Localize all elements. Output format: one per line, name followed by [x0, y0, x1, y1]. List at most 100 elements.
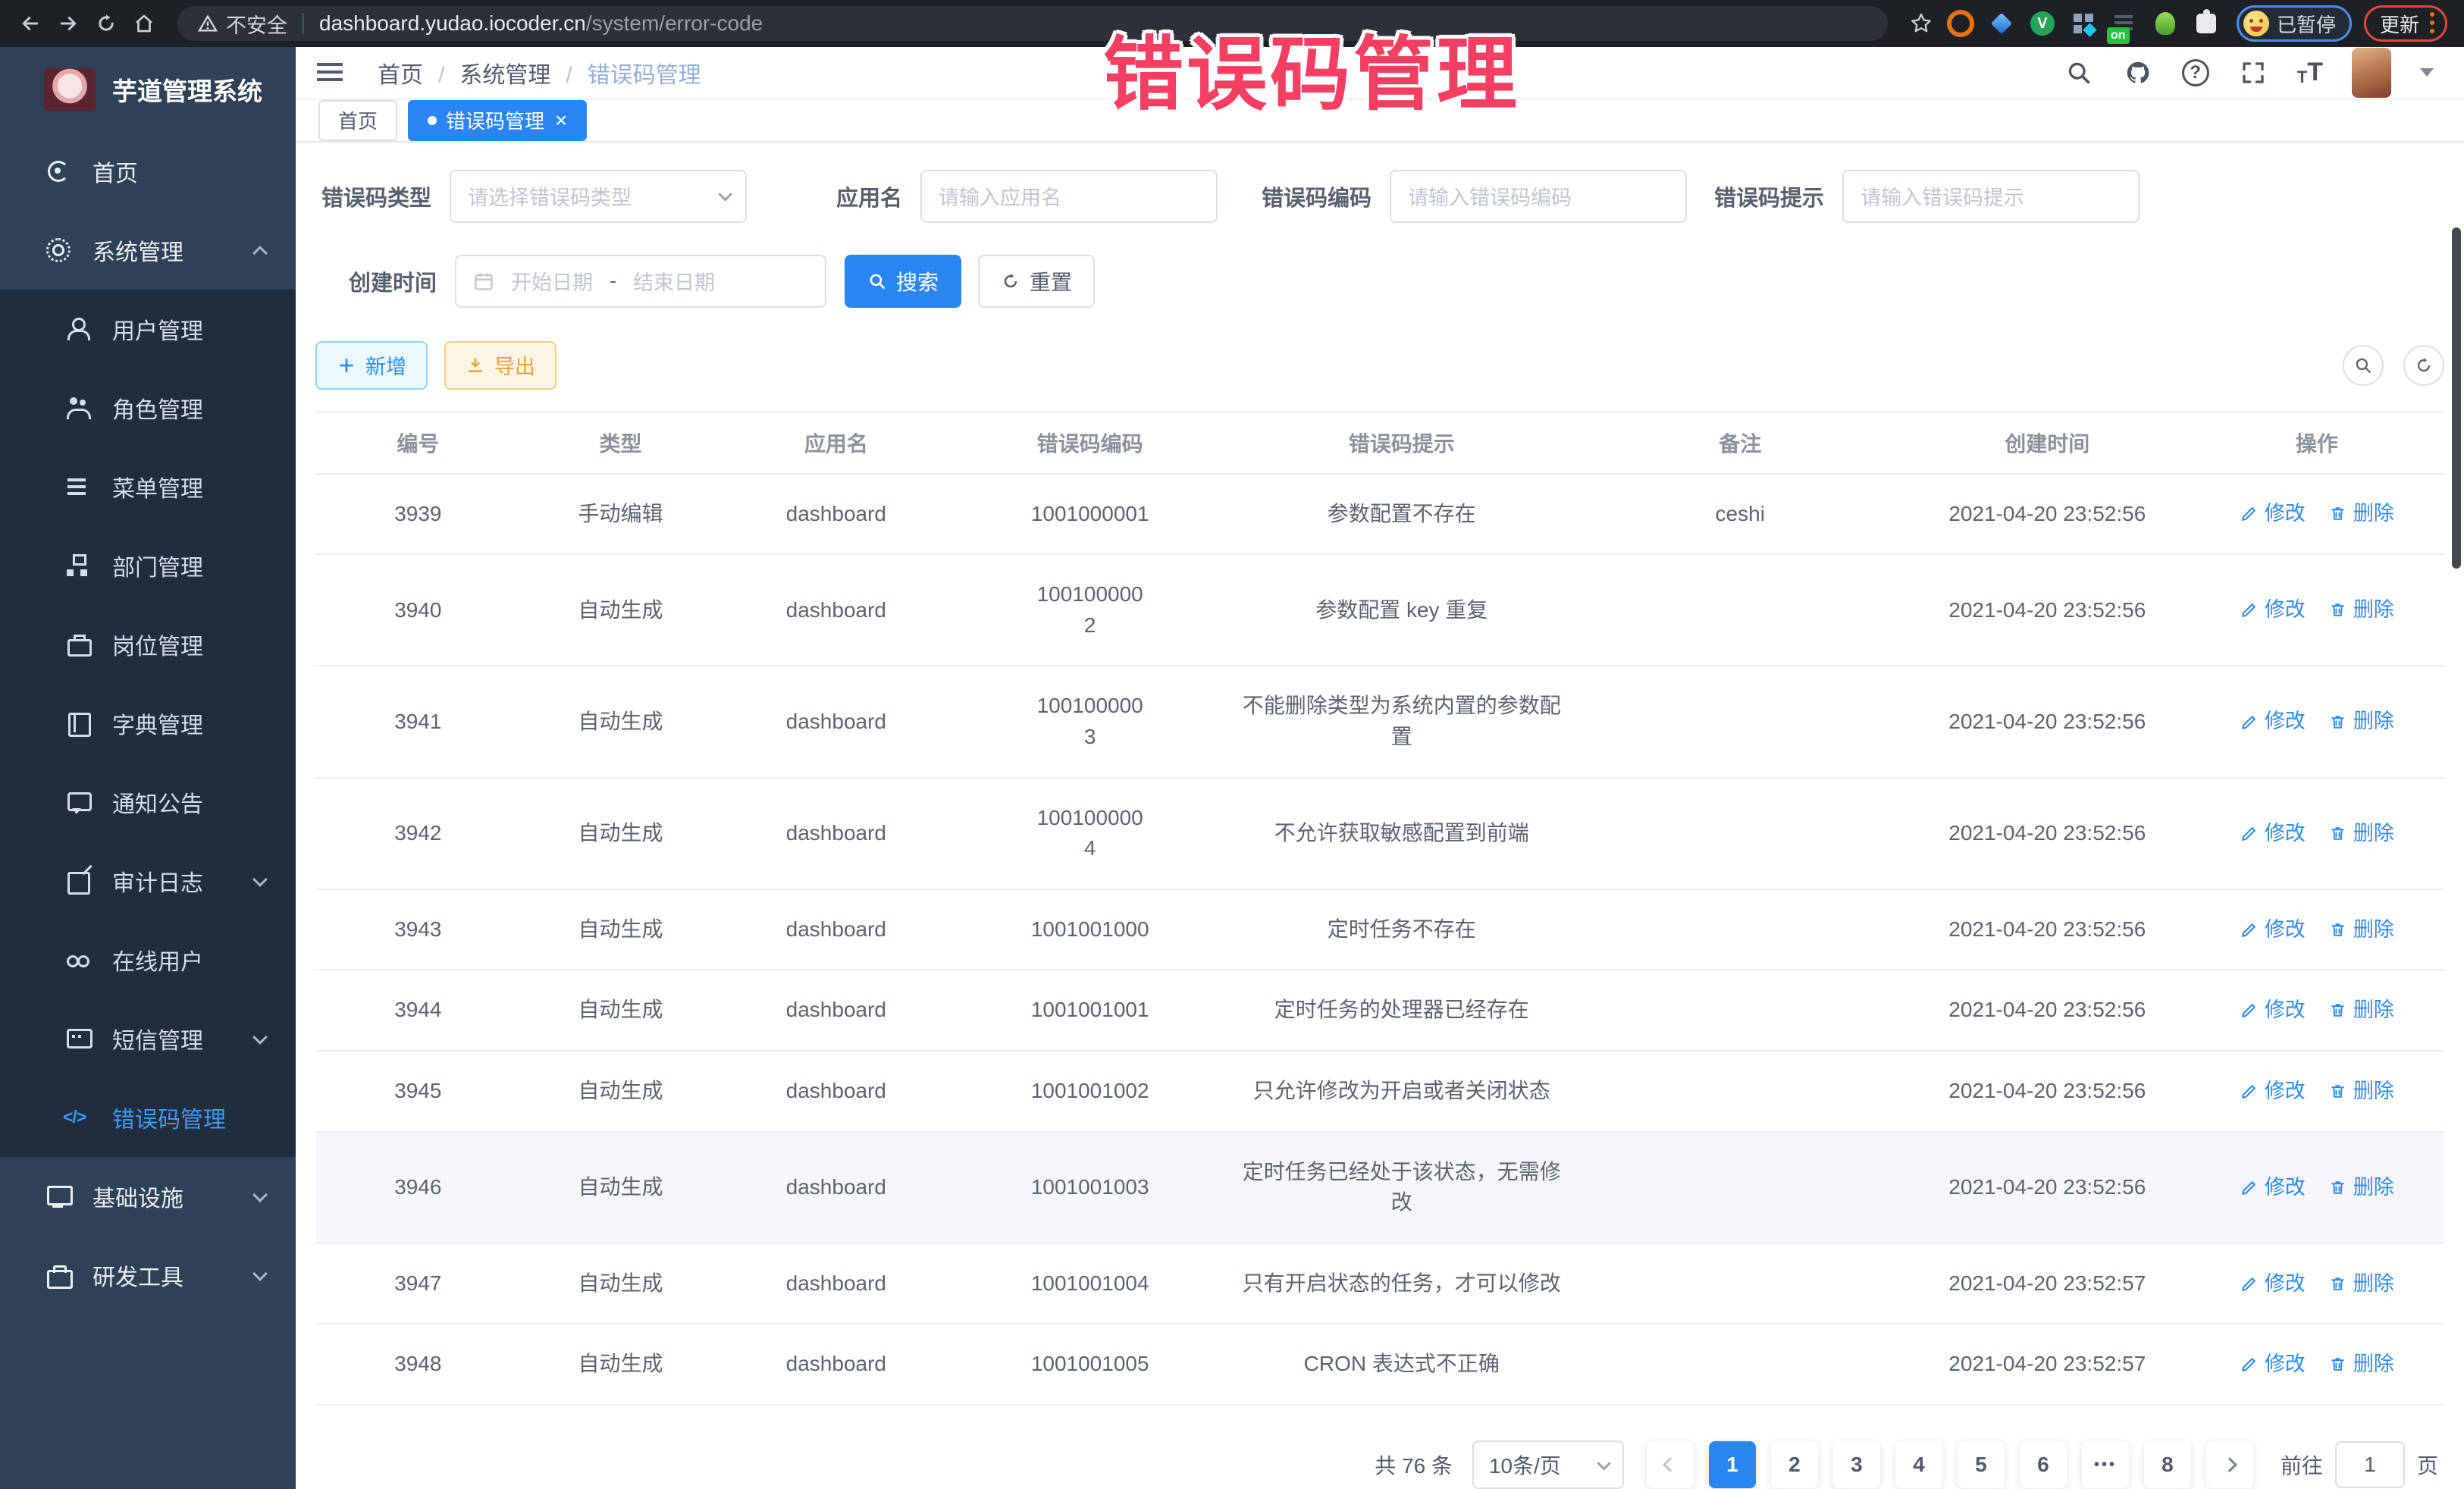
trash-icon [2328, 1178, 2347, 1197]
tab-error-code[interactable]: 错误码管理 × [408, 100, 587, 141]
delete-link[interactable]: 删除 [2328, 995, 2394, 1025]
page-size-select[interactable]: 10条/页 [1472, 1440, 1624, 1489]
page-button[interactable]: 8 [2144, 1441, 2191, 1488]
browser-forward-button[interactable] [52, 7, 85, 40]
page-button[interactable]: 6 [2020, 1441, 2067, 1488]
scrollbar-thumb[interactable] [2452, 227, 2461, 569]
page-button[interactable]: 3 [1833, 1441, 1880, 1488]
next-page-button[interactable] [2206, 1441, 2253, 1488]
sidebar-collapse-icon[interactable] [317, 61, 346, 84]
tab-home[interactable]: 首页 [318, 100, 397, 141]
sidebar-item-label: 审计日志 [112, 864, 203, 898]
help-icon[interactable]: ? [2182, 59, 2209, 86]
delete-link[interactable]: 删除 [2328, 1269, 2394, 1299]
date-range-input[interactable]: 开始日期 - 结束日期 [455, 255, 826, 308]
address-bar[interactable]: 不安全 dashboard.yudao.iocoder.cn/system/er… [177, 6, 1888, 41]
sidebar-item[interactable]: 错误码管理 [0, 1078, 296, 1157]
edit-link[interactable]: 修改 [2240, 707, 2306, 736]
page-button[interactable]: 5 [1958, 1441, 2005, 1488]
extension-icon[interactable] [2027, 8, 2058, 39]
sidebar-item[interactable]: 审计日志 [0, 842, 296, 920]
kebab-menu-icon[interactable] [2430, 12, 2434, 35]
browser-profile-chip[interactable]: 已暂停 [2237, 5, 2352, 42]
type-cell: 自动生成 [521, 1148, 721, 1227]
extension-icon[interactable] [2149, 8, 2181, 39]
extension-icon[interactable] [1945, 8, 1977, 39]
goto-page-input[interactable] [2335, 1441, 2405, 1488]
page-button[interactable]: 2 [1771, 1441, 1818, 1488]
sidebar-item[interactable]: 研发工具 [0, 1236, 296, 1315]
code-cell: 1001001001 [951, 970, 1228, 1050]
edit-link[interactable]: 修改 [2240, 1350, 2306, 1379]
sidebar-item[interactable]: 用户管理 [0, 290, 296, 368]
fullscreen-button[interactable] [2238, 58, 2268, 88]
user-avatar[interactable] [2352, 48, 2391, 98]
delete-link[interactable]: 删除 [2328, 1173, 2394, 1202]
show-search-button[interactable] [2343, 345, 2384, 386]
app-cell: dashboard [720, 1148, 951, 1227]
sidebar-item[interactable]: 字典管理 [0, 684, 296, 763]
page-button[interactable]: 4 [1895, 1441, 1942, 1488]
edit-link[interactable]: 修改 [2240, 499, 2306, 528]
edit-link[interactable]: 修改 [2240, 1173, 2306, 1202]
sidebar-item[interactable]: 首页 [0, 132, 296, 211]
extension-icon[interactable]: on [2108, 8, 2140, 39]
edit-link[interactable]: 修改 [2240, 1077, 2306, 1106]
security-label[interactable]: 不安全 [226, 9, 287, 39]
breadcrumb-home[interactable]: 首页 [378, 56, 423, 89]
github-button[interactable] [2123, 58, 2153, 88]
extension-icon[interactable] [2067, 8, 2099, 39]
sidebar-item[interactable]: 菜单管理 [0, 447, 296, 526]
page-button[interactable]: ••• [2082, 1441, 2129, 1488]
breadcrumb-system[interactable]: 系统管理 [423, 56, 550, 89]
sidebar-item[interactable]: 角色管理 [0, 368, 296, 447]
browser-update-button[interactable]: 更新 [2364, 5, 2447, 42]
add-button[interactable]: 新增 [315, 341, 428, 390]
sidebar-logo-row[interactable]: 芋道管理系统 [0, 47, 296, 132]
edit-link[interactable]: 修改 [2240, 915, 2306, 945]
delete-link[interactable]: 删除 [2328, 1077, 2394, 1106]
sidebar-item[interactable]: 短信管理 [0, 999, 296, 1078]
reset-button[interactable]: 重置 [978, 255, 1095, 308]
sidebar-item[interactable]: 系统管理 [0, 211, 296, 290]
edit-link[interactable]: 修改 [2240, 595, 2306, 625]
delete-link[interactable]: 删除 [2328, 707, 2394, 736]
bookmark-button[interactable] [1904, 7, 1938, 40]
sidebar-item[interactable]: 基础设施 [0, 1157, 296, 1236]
sidebar-item[interactable]: 在线用户 [0, 920, 296, 999]
sidebar-item[interactable]: 通知公告 [0, 763, 296, 842]
app-name-input[interactable]: 请输入应用名 [920, 170, 1218, 223]
error-type-select[interactable]: 请选择错误码类型 [450, 170, 747, 223]
export-button[interactable]: 导出 [444, 341, 556, 390]
sidebar-item[interactable]: 岗位管理 [0, 605, 296, 684]
error-hint-input[interactable]: 请输入错误码提示 [1842, 170, 2140, 223]
sidebar-item[interactable]: 部门管理 [0, 526, 296, 605]
error-code-input[interactable]: 请输入错误码编码 [1390, 170, 1687, 223]
tab-close-icon[interactable]: × [555, 110, 567, 131]
delete-link[interactable]: 删除 [2328, 595, 2394, 625]
page-button[interactable]: 1 [1709, 1441, 1756, 1488]
browser-home-button[interactable] [127, 7, 161, 40]
table-row: 3942 自动生成 dashboard 100100000 4 不允许获取敏感配… [315, 779, 2444, 890]
delete-link[interactable]: 删除 [2328, 499, 2394, 528]
delete-link[interactable]: 删除 [2328, 1350, 2394, 1379]
search-button[interactable] [2064, 58, 2094, 88]
delete-link[interactable]: 删除 [2328, 915, 2394, 945]
prev-page-button[interactable] [1647, 1441, 1694, 1488]
edit-link[interactable]: 修改 [2240, 995, 2306, 1025]
actions-cell: 修改 删除 [2190, 571, 2444, 649]
edit-link[interactable]: 修改 [2240, 1269, 2306, 1299]
browser-back-button[interactable] [14, 7, 47, 40]
avatar-dropdown-caret[interactable] [2420, 68, 2434, 77]
remark-cell [1575, 1259, 1905, 1308]
refresh-table-button[interactable] [2403, 345, 2444, 386]
font-size-icon[interactable] [2297, 58, 2323, 87]
browser-reload-button[interactable] [89, 7, 123, 40]
delete-link[interactable]: 删除 [2328, 819, 2394, 848]
extension-icon[interactable] [1986, 8, 2017, 39]
page-content: 错误码类型 请选择错误码类型 应用名 请输入应用名 错误码编码 请输入错误码编码… [296, 143, 2464, 1489]
search-button[interactable]: 搜索 [845, 255, 961, 308]
announcement-icon [65, 790, 91, 814]
extensions-puzzle-icon[interactable] [2190, 8, 2222, 39]
edit-link[interactable]: 修改 [2240, 819, 2306, 848]
